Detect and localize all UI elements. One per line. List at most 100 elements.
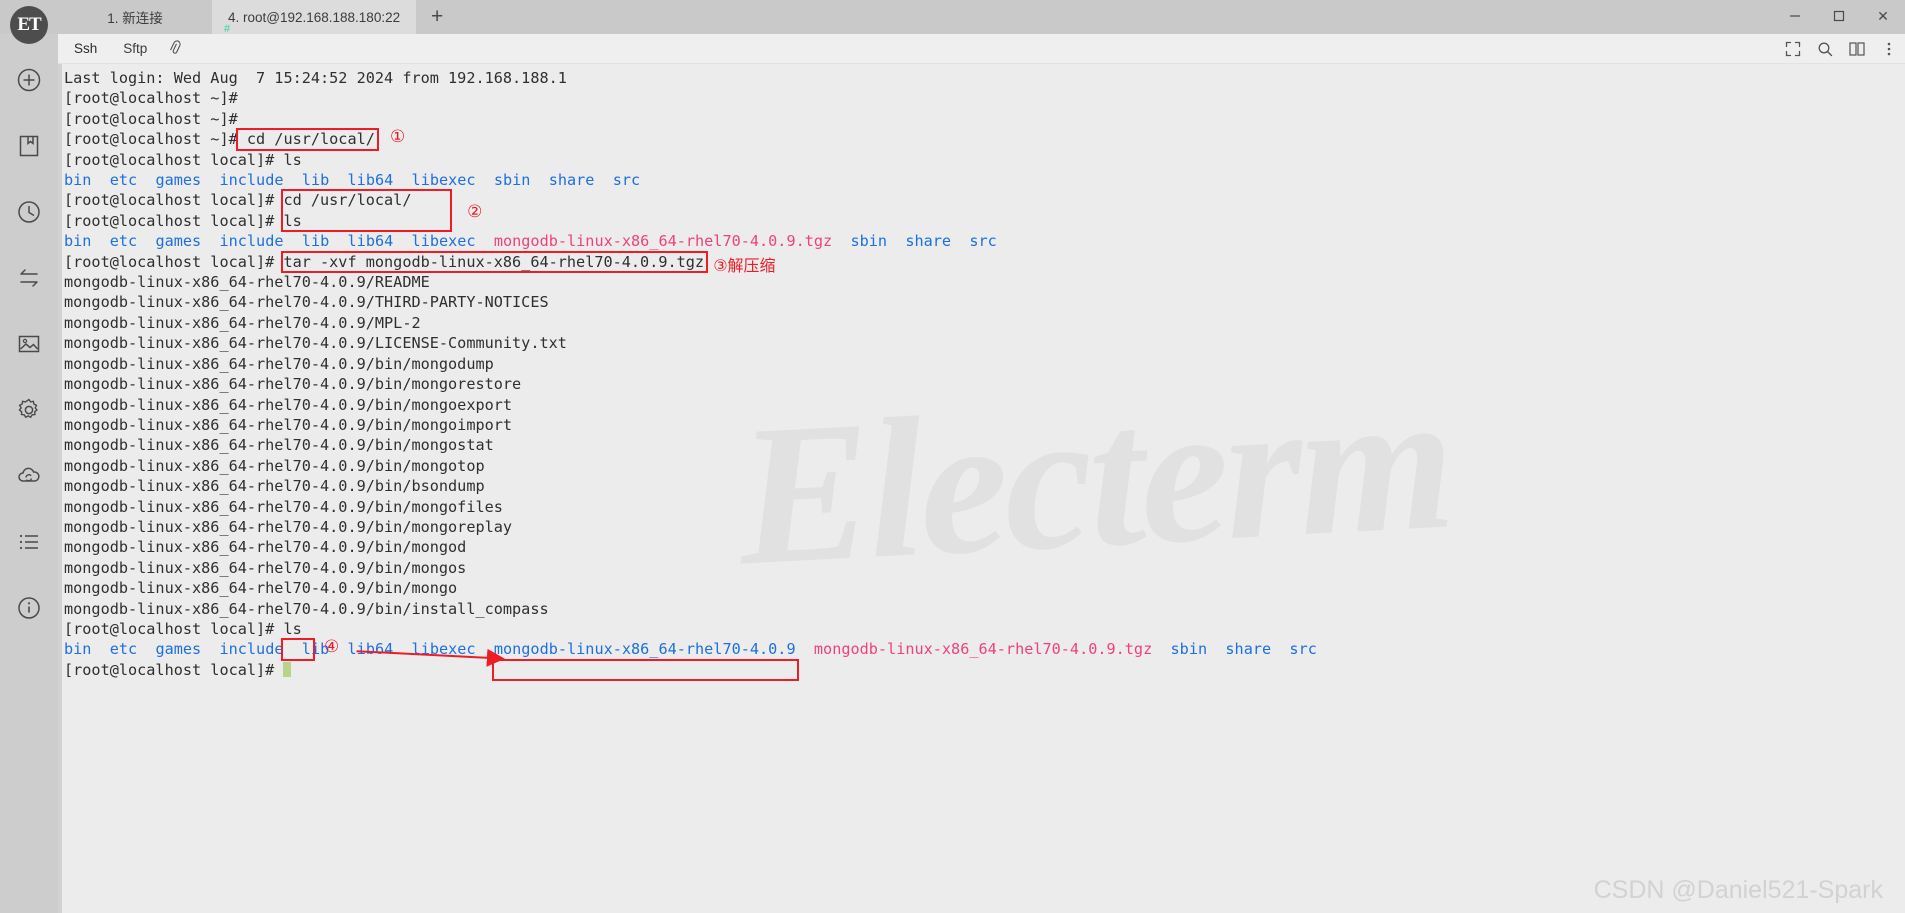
terminal-text: etc	[109, 171, 138, 190]
terminal-text: libexec	[411, 232, 476, 251]
terminal-line: [root@localhost local]# ls	[64, 150, 1317, 170]
tab-label: 4. root@192.168.188.180:22	[228, 9, 401, 25]
terminal-text: [root@localhost ~]#	[64, 109, 247, 128]
terminal-text: [root@localhost local]# cd /usr/local/	[64, 191, 412, 210]
close-button[interactable]: ✕	[1861, 0, 1905, 32]
terminal-line: [root@localhost local]# ls	[64, 211, 1317, 231]
terminal-text: [root@localhost local]# tar -xvf mongodb…	[64, 252, 705, 271]
terminal-text: src	[1289, 640, 1317, 659]
terminal-text: etc	[109, 640, 138, 659]
tab-status-hash: #	[224, 23, 231, 35]
layout-grid-icon[interactable]	[1849, 41, 1865, 57]
plus-circle-icon[interactable]	[9, 60, 49, 100]
terminal-text: Last login: Wed Aug 7 15:24:52 2024 from…	[64, 69, 567, 87]
minimize-button[interactable]	[1773, 0, 1817, 32]
terminal-text: [root@localhost local]# ls	[64, 619, 302, 638]
maximize-button[interactable]	[1817, 0, 1861, 32]
terminal-output: Last login: Wed Aug 7 15:24:52 2024 from…	[64, 68, 1317, 680]
terminal-text: mongodb-linux-x86_64-rhel70-4.0.9/README	[64, 273, 430, 292]
electerm-window: ET 1. 新连接 4. root@192.168.188.180:22 # +…	[0, 0, 1905, 913]
image-icon[interactable]	[9, 324, 49, 364]
terminal-text: lib	[301, 171, 330, 190]
terminal-line: [root@localhost ~]#	[64, 109, 1317, 129]
terminal-text: mongodb-linux-x86_64-rhel70-4.0.9/bin/mo…	[64, 354, 494, 373]
terminal-text: sbin	[850, 232, 888, 251]
terminal-text: mongodb-linux-x86_64-rhel70-4.0.9/bin/mo…	[64, 517, 513, 536]
tab-strip: 1. 新连接 4. root@192.168.188.180:22 # +	[58, 0, 459, 35]
terminal-text: include	[219, 640, 284, 659]
terminal-text: lib	[301, 640, 330, 659]
bookmark-icon[interactable]	[9, 126, 49, 166]
tab-sftp[interactable]: Sftp	[113, 35, 157, 63]
terminal-text: mongodb-linux-x86_64-rhel70-4.0.9/bin/mo…	[64, 436, 494, 455]
terminal-text: lib64	[347, 232, 394, 251]
title-bar: ET 1. 新连接 4. root@192.168.188.180:22 # +…	[0, 0, 1905, 44]
tab-ssh-session[interactable]: 4. root@192.168.188.180:22 #	[212, 0, 417, 35]
app-logo: ET	[6, 2, 52, 48]
terminal-text: mongodb-linux-x86_64-rhel70-4.0.9/bin/bs…	[64, 477, 485, 496]
terminal-text: bin	[64, 171, 92, 190]
terminal-text: include	[219, 232, 284, 251]
search-icon[interactable]	[1817, 41, 1833, 57]
terminal-text: lib64	[347, 171, 394, 190]
terminal-line: bin etc games include lib lib64 libexec …	[64, 231, 1317, 251]
terminal-line: mongodb-linux-x86_64-rhel70-4.0.9/README	[64, 272, 1317, 292]
watermark-credit: CSDN @Daniel521-Spark	[1593, 876, 1883, 904]
terminal-text: mongodb-linux-x86_64-rhel70-4.0.9/bin/in…	[64, 599, 549, 618]
terminal-line: mongodb-linux-x86_64-rhel70-4.0.9/THIRD-…	[64, 292, 1317, 312]
cloud-sync-icon[interactable]	[9, 456, 49, 496]
terminal-text: mongodb-linux-x86_64-rhel70-4.0.9/LICENS…	[64, 334, 567, 353]
info-circle-icon[interactable]	[9, 588, 49, 628]
terminal-text: games	[155, 232, 202, 251]
terminal-line: mongodb-linux-x86_64-rhel70-4.0.9/LICENS…	[64, 333, 1317, 353]
terminal-text: include	[219, 171, 284, 190]
terminal-text: [root@localhost local]# ls	[64, 211, 302, 230]
terminal-pane[interactable]: Electerm Last login: Wed Aug 7 15:24:52 …	[58, 64, 1905, 913]
left-sidebar	[0, 34, 58, 913]
tab-label: 1. 新连接	[107, 11, 163, 26]
terminal-text: sbin	[1170, 640, 1208, 659]
menu-dots-icon[interactable]	[1881, 41, 1897, 57]
terminal-cursor	[283, 661, 292, 677]
terminal-scrollbar[interactable]	[58, 64, 62, 913]
transfer-arrows-icon[interactable]	[9, 258, 49, 298]
gear-icon[interactable]	[9, 390, 49, 430]
new-tab-button[interactable]: +	[416, 0, 459, 34]
clock-icon[interactable]	[9, 192, 49, 232]
terminal-text: mongodb-linux-x86_64-rhel70-4.0.9/bin/mo…	[64, 538, 467, 557]
terminal-text: mongodb-linux-x86_64-rhel70-4.0.9.tgz	[813, 640, 1153, 659]
window-controls: ✕	[1773, 0, 1905, 32]
list-icon[interactable]	[9, 522, 49, 562]
tab-new-connection[interactable]: 1. 新连接	[58, 0, 212, 34]
terminal-text: lib64	[347, 640, 394, 659]
terminal-line: mongodb-linux-x86_64-rhel70-4.0.9/bin/mo…	[64, 558, 1317, 578]
terminal-line: [root@localhost ~]# cd /usr/local/	[64, 129, 1317, 149]
fullscreen-icon[interactable]	[1785, 41, 1801, 57]
terminal-text: mongodb-linux-x86_64-rhel70-4.0.9/bin/mo…	[64, 558, 467, 577]
paperclip-icon[interactable]	[165, 37, 185, 59]
terminal-text: etc	[109, 232, 138, 251]
terminal-line: mongodb-linux-x86_64-rhel70-4.0.9/bin/mo…	[64, 497, 1317, 517]
terminal-line: bin etc games include lib lib64 libexec …	[64, 170, 1317, 190]
terminal-text: mongodb-linux-x86_64-rhel70-4.0.9/bin/mo…	[64, 456, 485, 475]
terminal-text: [root@localhost ~]# cd /usr/local/	[64, 130, 375, 149]
terminal-line: mongodb-linux-x86_64-rhel70-4.0.9/bin/mo…	[64, 517, 1317, 537]
tab-ssh[interactable]: Ssh	[64, 35, 107, 63]
